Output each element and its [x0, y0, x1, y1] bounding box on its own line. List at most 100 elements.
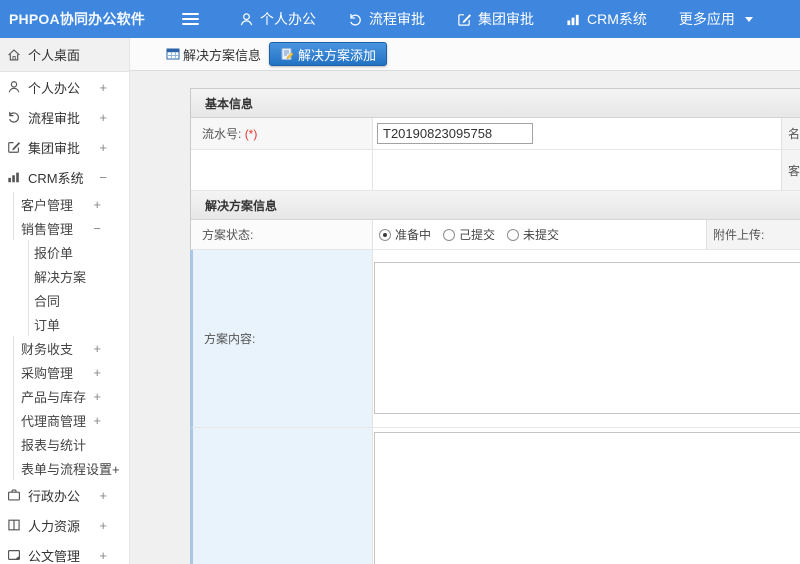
solution-content-textarea[interactable] [374, 262, 800, 414]
customer-feedback-textarea[interactable] [374, 432, 800, 564]
solution-content-value-cell [373, 250, 800, 427]
expand-toggle: + [93, 364, 101, 380]
topnav-more-apps[interactable]: 更多应用 [663, 0, 769, 38]
sidebar-item-label: 采购管理 [21, 365, 74, 381]
person-icon [239, 12, 254, 27]
expand-toggle: + [99, 487, 107, 503]
empty-label-cell [191, 150, 373, 190]
radio-unselected-icon [443, 228, 456, 241]
sidebar-item-admin-office[interactable]: 行政办公 + [0, 480, 129, 510]
topnav-group-approval[interactable]: 集团审批 [441, 0, 550, 38]
sidebar-item-label: 财务收支 [21, 341, 74, 357]
status-label-cell: 方案状态: [191, 220, 373, 249]
serial-number-row: 流水号: (*) 名称 [191, 118, 800, 150]
radio-status-submitted[interactable]: 己提交 [443, 226, 495, 243]
expand-toggle: + [99, 517, 107, 533]
radio-status-not-submitted[interactable]: 未提交 [507, 226, 559, 243]
sidebar-item-label: 合同 [34, 293, 61, 309]
sidebar-item-label: 表单与流程设置+ [21, 461, 120, 477]
customer-feedback-label-cell: 客户反馈: [193, 428, 373, 564]
add-button-label: 解决方案添加 [298, 47, 377, 63]
serial-number-label: 流水号: [202, 127, 242, 141]
collapse-toggle: − [99, 169, 107, 185]
topnav-personal-office[interactable]: 个人办公 [223, 0, 332, 38]
expand-toggle: + [93, 412, 101, 428]
sidebar-item-form-workflow-settings[interactable]: 表单与流程设置+ [13, 456, 129, 480]
sidebar-item-label: CRM系统 [28, 170, 84, 186]
collapse-toggle: − [93, 220, 101, 236]
section-header-basic-info: 基本信息 [191, 89, 800, 118]
sidebar-item-workflow-approval[interactable]: 流程审批 + [0, 102, 129, 132]
add-solution-button[interactable]: 解决方案添加 [269, 42, 388, 66]
sidebar-item-label: 报价单 [34, 245, 74, 261]
expand-toggle: + [99, 79, 107, 95]
bar-chart-icon [7, 170, 21, 184]
caret-down-icon [744, 16, 753, 22]
expand-toggle: + [93, 340, 101, 356]
attachment-upload-label: 附件上传: [713, 228, 765, 242]
bar-chart-icon [566, 12, 581, 27]
empty-value-cell [373, 150, 781, 190]
document-icon [7, 548, 21, 562]
section-header-solution-info: 解决方案信息 [191, 191, 800, 220]
sidebar-item-solution[interactable]: 解决方案 [28, 264, 129, 288]
sidebar-item-personal-office[interactable]: 个人办公 + [0, 72, 129, 102]
required-mark: (*) [244, 126, 258, 141]
topnav-workflow-approval[interactable]: 流程审批 [332, 0, 441, 38]
tab-label: 解决方案信息 [183, 47, 262, 63]
person-icon [7, 80, 21, 94]
sidebar-item-purchase-mgmt[interactable]: 采购管理 + [13, 360, 129, 384]
edit-icon [457, 12, 472, 27]
sidebar-item-reports-stats[interactable]: 报表与统计 [13, 432, 129, 456]
sidebar-item-label: 行政办公 [28, 488, 81, 504]
serial-number-input[interactable] [377, 123, 533, 144]
topnav-label: 集团审批 [478, 11, 534, 27]
sidebar-item-document-mgmt[interactable]: 公文管理 + [0, 540, 129, 564]
sidebar-item-order[interactable]: 订单 [28, 312, 129, 336]
sidebar-item-label: 流程审批 [28, 110, 81, 126]
hamburger-menu-icon[interactable] [182, 13, 199, 25]
sidebar-item-label: 人力资源 [28, 518, 81, 534]
sidebar-item-hr[interactable]: 人力资源 + [0, 510, 129, 540]
status-row: 方案状态: 准备中 己提交 未提交 附件上传: [191, 220, 800, 250]
serial-number-label-cell: 流水号: (*) [191, 118, 373, 149]
tab-solution-info[interactable]: 解决方案信息 [166, 45, 261, 64]
sidebar-item-finance[interactable]: 财务收支 + [13, 336, 129, 360]
radio-status-preparing[interactable]: 准备中 [379, 226, 431, 243]
radio-label: 己提交 [459, 228, 496, 242]
sidebar-item-label: 代理商管理 [21, 413, 87, 429]
serial-number-value-cell [373, 118, 781, 149]
sidebar-item-label: 个人办公 [28, 80, 81, 96]
sidebar-item-label: 个人桌面 [28, 48, 81, 63]
book-icon [7, 518, 21, 532]
briefcase-icon [7, 488, 21, 502]
sidebar-item-contract[interactable]: 合同 [28, 288, 129, 312]
sidebar-item-agent-mgmt[interactable]: 代理商管理 + [13, 408, 129, 432]
solution-content-label-cell: 方案内容: [193, 250, 373, 427]
sidebar-item-personal-desktop[interactable]: 个人桌面 [0, 38, 129, 72]
sidebar-item-product-inventory[interactable]: 产品与库存 + [13, 384, 129, 408]
customer-label: 客户 [788, 163, 800, 178]
sidebar-item-quotation[interactable]: 报价单 [28, 240, 129, 264]
sidebar-item-label: 报表与统计 [21, 437, 87, 453]
undo-icon [7, 110, 21, 124]
undo-icon [348, 12, 363, 27]
expand-toggle: + [93, 196, 101, 212]
topnav-label: 流程审批 [369, 11, 425, 27]
radio-label: 准备中 [395, 228, 432, 242]
sidebar-item-group-approval[interactable]: 集团审批 + [0, 132, 129, 162]
sidebar-item-customer-mgmt[interactable]: 客户管理 + [13, 192, 129, 216]
customer-label-cell: 客户 [781, 150, 800, 190]
topnav-crm-system[interactable]: CRM系统 [550, 0, 663, 38]
topbar: PHPOA协同办公软件 个人办公 流程审批 集团审批 CRM系统 更多应用 [0, 0, 800, 38]
customer-feedback-value-cell [373, 428, 800, 564]
tab-bar: 解决方案信息 解决方案添加 [130, 38, 800, 71]
name-label: 名称 [788, 127, 800, 141]
topnav-label: 个人办公 [260, 11, 316, 27]
table-icon [166, 47, 180, 61]
customer-feedback-row: 客户反馈: [190, 428, 800, 564]
sidebar: 个人桌面 个人办公 + 流程审批 + 集团审批 + CRM系统 − 客户管理 +… [0, 38, 130, 564]
status-label: 方案状态: [202, 228, 254, 242]
sidebar-item-sales-mgmt[interactable]: 销售管理 − [13, 216, 129, 240]
sidebar-item-crm[interactable]: CRM系统 − [0, 162, 129, 192]
